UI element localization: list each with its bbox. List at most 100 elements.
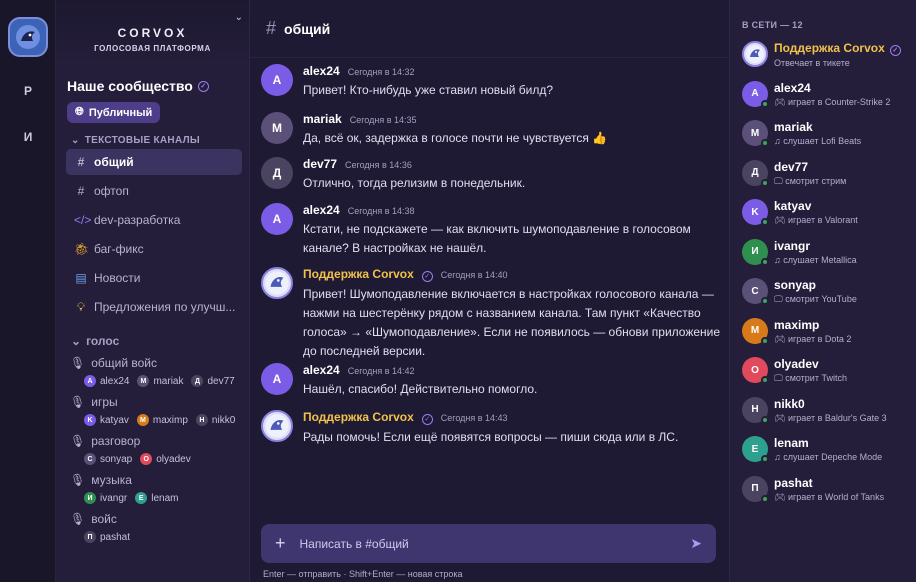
channel-2[interactable]: </> dev-разработка bbox=[66, 207, 242, 233]
voice-user[interactable]: Aalex24 bbox=[84, 375, 129, 387]
voice-channel-2[interactable]: 🎙︎ разговор Csonyap Oolyadev bbox=[56, 434, 249, 465]
message-time: Сегодня в 14:35 bbox=[349, 115, 417, 125]
voice-user[interactable]: Oolyadev bbox=[140, 453, 191, 465]
voice-channel-0[interactable]: 🎙︎ общий войс Aalex24 Mmariak Дdev77 bbox=[56, 356, 249, 387]
server-rail: Р И bbox=[0, 0, 56, 582]
channel-label: Предложения по улучш... bbox=[94, 300, 236, 314]
member-name: ivangr bbox=[774, 239, 857, 253]
message-text: Да, всё ок, задержка в голосе почти не ч… bbox=[303, 131, 608, 145]
server-icon-r[interactable]: Р bbox=[0, 84, 56, 98]
message-author[interactable]: dev77 bbox=[303, 157, 337, 171]
message-author[interactable]: mariak bbox=[303, 112, 342, 126]
member-info: mariak ♫ слушает Lofi Beats bbox=[774, 120, 861, 146]
message-header: alex24 Сегодня в 14:38 bbox=[303, 203, 721, 217]
voice-user[interactable]: Дdev77 bbox=[191, 375, 235, 387]
server-name-label: Наше сообщество bbox=[67, 78, 193, 94]
member-activity: 🎮︎ играет в Baldur's Gate 3 bbox=[774, 413, 887, 424]
text-channels-header[interactable]: ⌄ ТЕКСТОВЫЕ КАНАЛЫ bbox=[56, 135, 249, 146]
public-label: Публичный bbox=[88, 106, 153, 119]
member-row[interactable]: Иivangr ♫ слушает Metallica bbox=[742, 238, 916, 266]
member-row[interactable]: Hnikk0 🎮︎ играет в Baldur's Gate 3 bbox=[742, 396, 916, 424]
voice-user[interactable]: Elenam bbox=[135, 492, 179, 504]
voice-user[interactable]: Пpashat bbox=[84, 531, 130, 543]
voice-channel-1[interactable]: 🎙︎ игры Kkatyav Mmaximp Hnikk0 bbox=[56, 395, 249, 426]
member-activity-label: Отвечает в тикете bbox=[774, 58, 850, 68]
avatar[interactable]: A bbox=[261, 64, 293, 96]
member-row[interactable]: Elenam ♫ слушает Depeche Mode bbox=[742, 436, 916, 463]
voice-channels-header[interactable]: ⌄ голос bbox=[56, 334, 249, 348]
message-author[interactable]: Поддержка Corvox bbox=[303, 410, 414, 424]
voice-user-name: ivangr bbox=[100, 492, 128, 504]
member-row[interactable]: Поддержка Corvox ✓ Отвечает в тикете bbox=[742, 41, 916, 68]
voice-user[interactable]: Mmaximp bbox=[136, 414, 188, 426]
channel-0[interactable]: # общий bbox=[66, 149, 242, 175]
channel-label: dev-разработка bbox=[94, 213, 181, 227]
member-row[interactable]: Csonyap 🖵︎ смотрит YouTube bbox=[742, 278, 916, 305]
plus-icon[interactable]: + bbox=[275, 533, 286, 554]
member-row[interactable]: Mmaximp 🎮︎ играет в Dota 2 bbox=[742, 317, 916, 345]
chevron-down-icon[interactable]: ⌄ bbox=[235, 12, 243, 23]
channel-3[interactable]: 🐞︎ баг-фикс bbox=[66, 236, 242, 262]
message-text: Привет! Шумоподавление включается в наст… bbox=[303, 287, 721, 358]
voice-user-name: pashat bbox=[100, 531, 131, 543]
online-status-icon bbox=[761, 297, 769, 305]
server-icon-i[interactable]: И bbox=[0, 130, 56, 144]
message-author[interactable]: alex24 bbox=[303, 363, 340, 377]
avatar[interactable]: A bbox=[261, 203, 293, 235]
member-row[interactable]: Дdev77 🖵︎ смотрит стрим bbox=[742, 159, 916, 187]
message: Mmariak Сегодня в 14:35 Да, всё ок, задерж… bbox=[261, 112, 721, 148]
channel-sidebar: CORVOX ГОЛОСОВАЯ ПЛАТФОРМА ⌄ Наше сообще… bbox=[56, 0, 250, 582]
server-icon-corvox[interactable] bbox=[8, 17, 48, 57]
voice-user-list: Aalex24 Mmariak Дdev77 bbox=[70, 375, 249, 387]
brand-name: CORVOX bbox=[117, 26, 188, 40]
member-row[interactable]: Kkatyav 🎮︎ играет в Valorant bbox=[742, 199, 916, 226]
avatar: C bbox=[742, 278, 769, 305]
message-input[interactable] bbox=[299, 536, 677, 551]
member-name-label: maximp bbox=[774, 317, 820, 332]
message-text: Рады помочь! Если ещё появятся вопросы —… bbox=[303, 430, 679, 444]
channel-1[interactable]: # офтоп bbox=[66, 178, 242, 204]
brand-header: CORVOX ГОЛОСОВАЯ ПЛАТФОРМА ⌄ bbox=[56, 0, 249, 66]
channel-4[interactable]: ▤ Новости bbox=[66, 265, 242, 291]
voice-user[interactable]: Kkatyav bbox=[84, 414, 129, 426]
support-avatar[interactable] bbox=[261, 410, 293, 442]
member-row[interactable]: Mmariak ♫ слушает Lofi Beats bbox=[742, 120, 916, 147]
raven-logo-icon bbox=[16, 25, 40, 49]
screen-icon: 🖵︎ bbox=[774, 294, 786, 304]
support-avatar[interactable] bbox=[261, 267, 293, 299]
voice-channel-3[interactable]: 🎙︎ музыка Иivangr Elenam bbox=[56, 473, 249, 504]
avatar: E bbox=[135, 492, 148, 504]
message-body: alex24 Сегодня в 14:32 Привет! Кто-нибудь … bbox=[303, 64, 721, 100]
online-status-icon bbox=[761, 376, 769, 384]
microphone-icon: 🎙︎ bbox=[70, 356, 86, 370]
avatar[interactable]: M bbox=[261, 112, 293, 144]
message-author[interactable]: Поддержка Corvox bbox=[303, 267, 414, 281]
avatar[interactable]: Д bbox=[261, 157, 293, 189]
message-header: Поддержка Corvox ✓ Сегодня в 14:40 bbox=[303, 267, 721, 282]
voice-channel-4[interactable]: 🎙︎ войс Пpashat bbox=[56, 512, 249, 543]
member-row[interactable]: Aalex24 🎮︎ играет в Counter-Strike 2 bbox=[742, 80, 916, 108]
message: Поддержка Corvox ✓ Сегодня в 14:43 Рады пом… bbox=[261, 410, 721, 447]
avatar[interactable]: A bbox=[261, 363, 293, 395]
member-name-label: pashat bbox=[774, 475, 813, 490]
voice-user-name: maximp bbox=[152, 414, 188, 426]
voice-user[interactable]: Hnikk0 bbox=[195, 414, 235, 426]
server-name[interactable]: Наше сообщество ✓ bbox=[67, 78, 238, 94]
public-badge[interactable]: 🌐︎ Публичный bbox=[67, 102, 161, 123]
member-name: maximp bbox=[774, 318, 851, 332]
message-author[interactable]: alex24 bbox=[303, 64, 340, 78]
member-row[interactable]: Oolyadev 🖵︎ смотрит Twitch bbox=[742, 357, 916, 384]
support-avatar[interactable] bbox=[742, 41, 768, 67]
member-activity: ♫ слушает Metallica bbox=[774, 255, 857, 265]
member-row[interactable]: Пpashat 🎮︎ играет в World of Tanks bbox=[742, 475, 916, 503]
voice-channel-label: войс bbox=[91, 512, 117, 526]
online-status-icon bbox=[761, 218, 769, 226]
send-icon[interactable]: ➤ bbox=[690, 535, 702, 552]
voice-user[interactable]: Mmariak bbox=[137, 375, 183, 387]
message-body: alex24 Сегодня в 14:38 Кстати, не подскаже… bbox=[303, 203, 721, 258]
voice-user[interactable]: Иivangr bbox=[84, 492, 127, 504]
channel-5[interactable]: 💡︎ Предложения по улучш... bbox=[66, 294, 242, 320]
message-author[interactable]: alex24 bbox=[303, 203, 340, 217]
avatar: M bbox=[742, 120, 769, 147]
voice-user[interactable]: Csonyap bbox=[84, 453, 132, 465]
